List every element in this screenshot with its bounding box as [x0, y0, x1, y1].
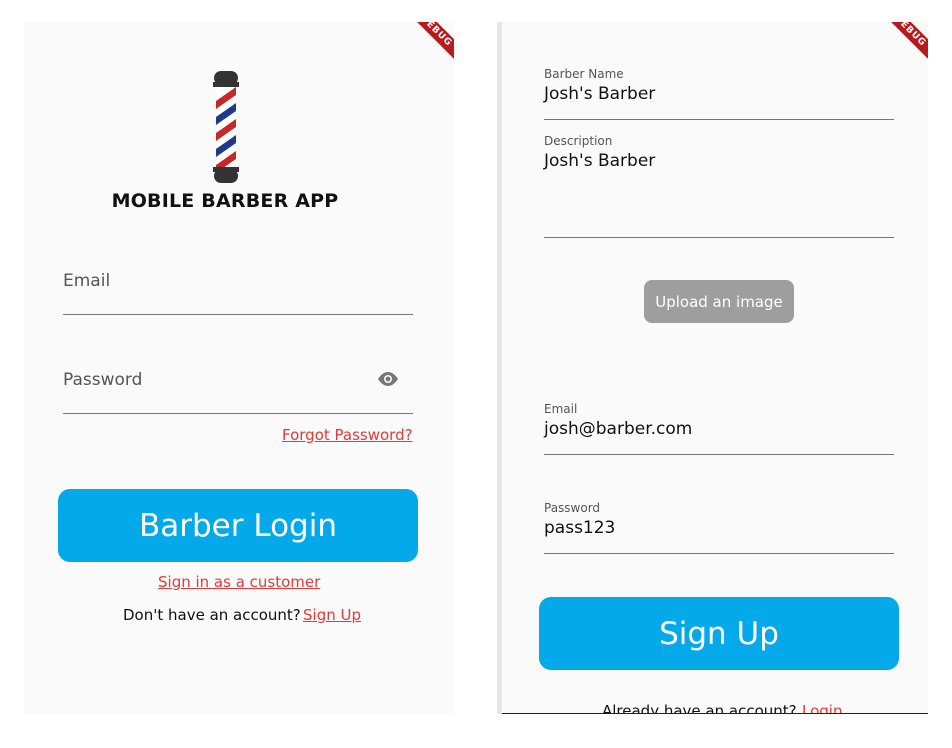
email-field[interactable]: Email	[63, 271, 110, 291]
email-underline	[63, 314, 413, 315]
email-field[interactable]: josh@barber.com	[544, 419, 692, 439]
email-underline	[544, 454, 894, 455]
sign-up-link[interactable]: Sign Up	[303, 606, 361, 624]
app-title: MOBILE BARBER APP	[111, 190, 339, 212]
barber-pole-logo	[213, 71, 239, 183]
barber-login-button[interactable]: Barber Login	[58, 489, 418, 562]
bottom-edge-line	[502, 713, 928, 714]
password-field[interactable]: Password	[63, 370, 142, 390]
password-underline	[544, 553, 894, 554]
email-label: Email	[544, 402, 578, 416]
forgot-password-link[interactable]: Forgot Password?	[282, 426, 413, 444]
description-underline	[544, 237, 894, 238]
description-field[interactable]: Josh's Barber	[544, 151, 655, 171]
eye-icon[interactable]	[376, 370, 400, 388]
barber-login-screen: DEBUG MOBILE BARBER APP Email Password F…	[24, 22, 454, 714]
upload-image-button[interactable]: Upload an image	[644, 280, 794, 323]
barber-name-underline	[544, 119, 894, 120]
password-field[interactable]: pass123	[544, 518, 615, 538]
description-label: Description	[544, 134, 613, 148]
password-label: Password	[544, 501, 601, 515]
sign-in-as-customer-link[interactable]: Sign in as a customer	[158, 573, 320, 591]
password-underline	[63, 413, 413, 414]
sign-up-button[interactable]: Sign Up	[539, 597, 899, 670]
no-account-text: Don't have an account?	[123, 606, 301, 624]
debug-banner: DEBUG	[402, 22, 454, 65]
barber-signup-screen: DEBUG Barber Name Josh's Barber Descript…	[502, 22, 928, 714]
barber-name-label: Barber Name	[544, 67, 624, 81]
debug-banner: DEBUG	[876, 22, 928, 65]
barber-name-field[interactable]: Josh's Barber	[544, 84, 655, 104]
